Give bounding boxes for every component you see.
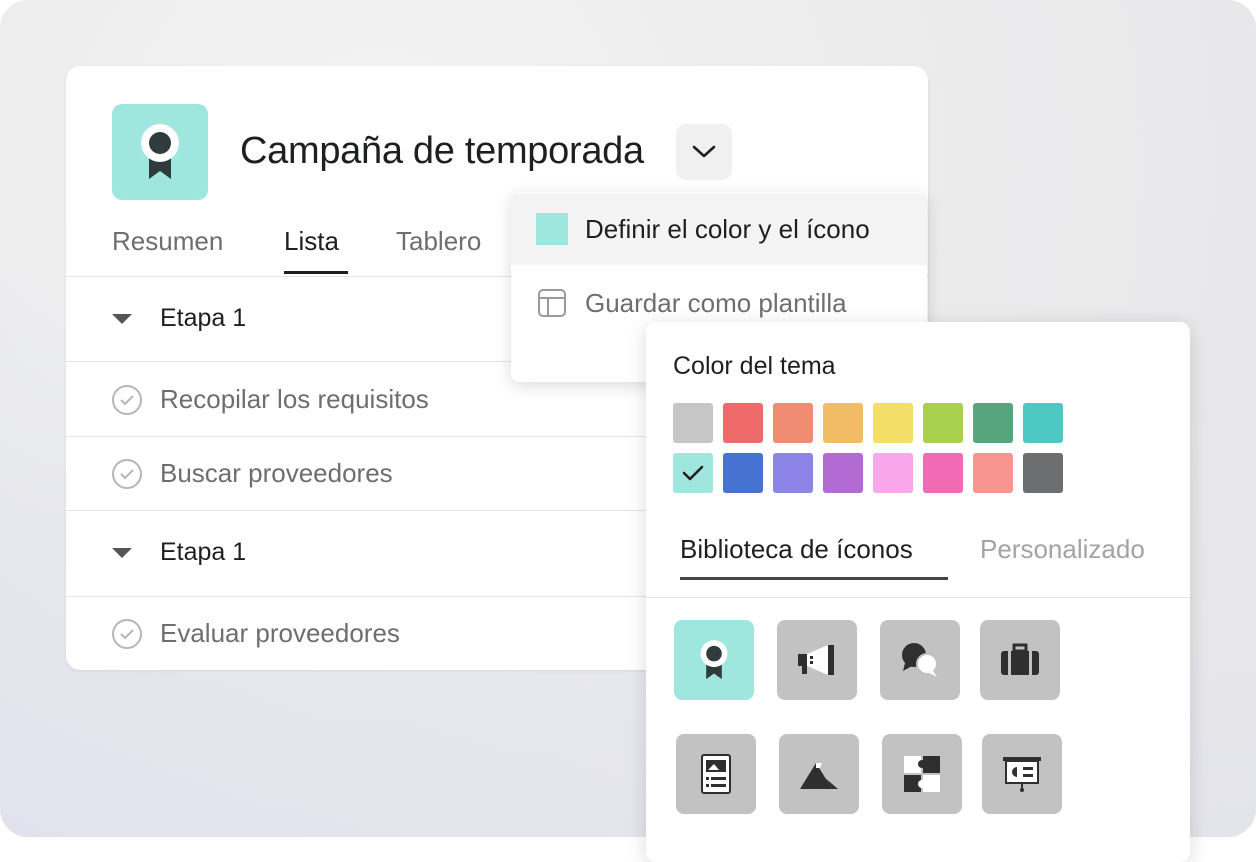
caret-down-icon[interactable] [112,547,132,558]
divider [646,597,1190,598]
color-swatch[interactable] [773,403,813,443]
task-row[interactable]: Evaluar proveedores [112,618,400,649]
menu-item-label: Definir el color y el ícono [585,213,870,244]
icon-option-briefcase[interactable] [980,620,1060,700]
section-title: Etapa 1 [160,538,247,566]
color-swatch[interactable] [923,403,963,443]
color-swatch-icon [536,213,568,245]
icon-option-puzzle[interactable] [882,734,962,814]
megaphone-icon [798,645,834,675]
color-swatch[interactable] [823,453,863,493]
document-image-icon [701,754,731,794]
task-name: Recopilar los requisitos [160,384,429,414]
color-swatch[interactable] [773,453,813,493]
color-icon-picker: Color del tema Biblioteca de íconos Pers… [646,322,1190,862]
color-swatch[interactable] [823,403,863,443]
task-name: Buscar proveedores [160,458,393,488]
project-options-button[interactable] [676,124,732,180]
puzzle-icon [904,756,940,792]
color-swatch[interactable] [723,403,763,443]
icon-option-megaphone[interactable] [777,620,857,700]
chat-bubbles-icon [902,643,938,677]
color-swatch[interactable] [1023,403,1063,443]
tab-custom[interactable]: Personalizado [980,534,1145,565]
caret-down-icon[interactable] [112,313,132,324]
color-swatch[interactable] [1023,453,1063,493]
mountain-flag-icon [800,763,838,789]
color-swatch-selected[interactable] [673,453,713,493]
project-icon[interactable] [112,104,208,200]
section-header[interactable]: Etapa 1 [112,538,246,567]
tab-tablero[interactable]: Tablero [396,226,481,257]
template-icon [538,289,566,317]
active-tab-indicator [284,271,348,274]
checkmark-icon [682,465,704,481]
chevron-down-icon [692,145,716,158]
icon-option-award[interactable] [674,620,754,700]
project-title: Campaña de temporada [240,130,644,172]
award-ribbon-icon [700,640,728,680]
color-swatch[interactable] [973,403,1013,443]
section-title: Etapa 1 [160,304,247,332]
icon-option-presentation[interactable] [982,734,1062,814]
task-name: Evaluar proveedores [160,618,400,648]
icon-option-mountain[interactable] [779,734,859,814]
color-swatch[interactable] [873,453,913,493]
tab-icon-library[interactable]: Biblioteca de íconos [680,534,913,565]
section-header[interactable]: Etapa 1 [112,304,246,333]
presentation-icon [1003,757,1041,792]
check-circle-icon[interactable] [112,618,142,649]
check-circle-icon[interactable] [112,384,142,415]
color-swatch[interactable] [973,453,1013,493]
color-swatch[interactable] [923,453,963,493]
icon-option-document[interactable] [676,734,756,814]
task-row[interactable]: Buscar proveedores [112,458,393,489]
color-swatch[interactable] [723,453,763,493]
active-tab-indicator [680,577,948,580]
picker-title: Color del tema [673,352,836,380]
check-circle-icon[interactable] [112,458,142,489]
menu-item-set-color-icon[interactable]: Definir el color y el ícono [511,193,927,265]
tab-resumen[interactable]: Resumen [112,226,223,257]
color-swatch[interactable] [873,403,913,443]
color-swatch[interactable] [673,403,713,443]
tab-lista[interactable]: Lista [284,226,339,257]
icon-option-chat[interactable] [880,620,960,700]
menu-item-label: Guardar como plantilla [585,287,847,318]
award-ribbon-icon [141,124,179,179]
briefcase-icon [1001,643,1039,675]
task-row[interactable]: Recopilar los requisitos [112,384,429,415]
